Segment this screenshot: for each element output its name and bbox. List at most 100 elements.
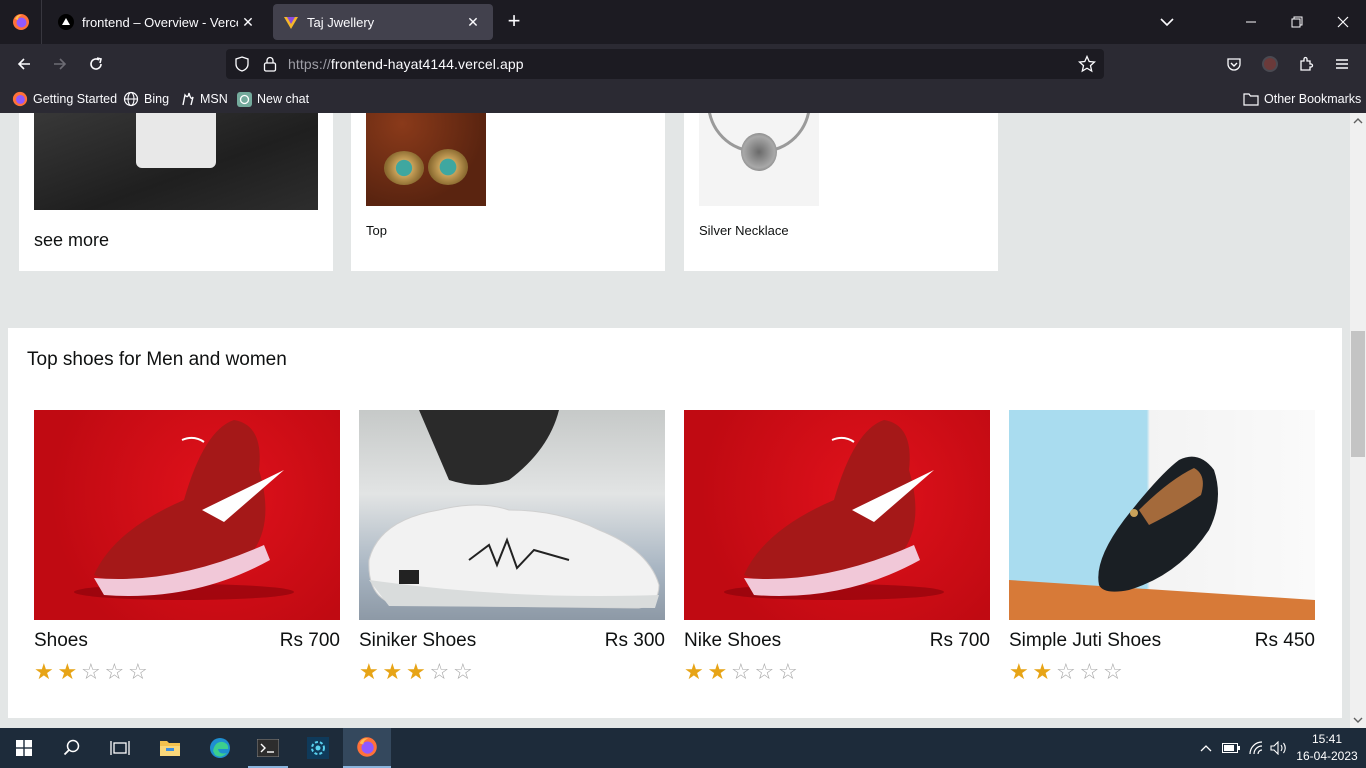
start-button[interactable]	[0, 728, 48, 768]
volume-indicator[interactable]	[1268, 728, 1290, 768]
see-more-link[interactable]: see more	[34, 230, 109, 251]
reload-icon	[90, 57, 102, 70]
product-info-row: Shoes Rs 700	[34, 630, 340, 652]
product-card[interactable]: Siniker Shoes Rs 300 ★ ★ ★ ☆ ☆	[359, 410, 665, 683]
product-card[interactable]: Simple Juti Shoes Rs 450 ★ ★ ☆ ☆ ☆	[1009, 410, 1315, 683]
tab-vercel[interactable]: frontend – Overview - Vercel ✕	[48, 4, 268, 40]
firefox-icon	[357, 737, 377, 757]
new-tab-button[interactable]: +	[502, 10, 526, 34]
forward-button[interactable]	[46, 50, 74, 78]
earrings-photo[interactable]	[366, 113, 486, 206]
black-loafer-image[interactable]	[1009, 410, 1315, 620]
account-button[interactable]	[1256, 50, 1284, 78]
empty-star-icon: ☆	[778, 659, 798, 684]
empty-star-icon: ☆	[1103, 659, 1123, 684]
firefox-icon	[12, 14, 29, 30]
product-card-top[interactable]: Top	[351, 113, 665, 271]
forward-arrow-icon	[54, 58, 67, 70]
filled-star-icon: ★	[359, 659, 379, 684]
shoes-section: Top shoes for Men and women Shoes Rs 700…	[8, 328, 1342, 718]
settings-app-button[interactable]	[294, 728, 342, 768]
tab-title: Taj Jwellery	[307, 14, 375, 30]
search-button[interactable]	[48, 728, 96, 768]
show-hidden-icons-button[interactable]	[1196, 728, 1216, 768]
extensions-button[interactable]	[1292, 50, 1320, 78]
necklace-photo[interactable]	[699, 113, 819, 206]
rating-stars: ★ ★ ☆ ☆ ☆	[34, 661, 340, 683]
close-tab-icon[interactable]: ✕	[463, 12, 483, 32]
terminal-button[interactable]	[244, 728, 292, 768]
bookmark-star-icon[interactable]	[1078, 55, 1096, 73]
product-price: Rs 700	[929, 630, 990, 651]
filled-star-icon: ★	[382, 659, 403, 684]
reload-button[interactable]	[82, 50, 110, 78]
app-menu-button[interactable]	[1328, 50, 1356, 78]
product-name[interactable]: Shoes	[34, 630, 88, 652]
product-name[interactable]: Simple Juti Shoes	[1009, 630, 1161, 652]
bookmark-msn[interactable]: MSN	[181, 89, 228, 109]
firefox-view-button[interactable]	[0, 0, 42, 44]
restore-button[interactable]	[1274, 0, 1320, 44]
chevron-down-icon	[1160, 18, 1174, 27]
product-caption[interactable]: Top	[366, 223, 387, 238]
filled-star-icon: ★	[684, 659, 704, 684]
red-nike-sneaker-image[interactable]	[684, 410, 990, 620]
bookmark-bing[interactable]: Bing	[123, 89, 169, 109]
scrollbar-thumb[interactable]	[1351, 331, 1365, 457]
scroll-up-arrow[interactable]	[1350, 114, 1366, 128]
section-title: Top shoes for Men and women	[27, 349, 287, 370]
edge-button[interactable]	[196, 728, 244, 768]
windows-taskbar: 15:41 16-04-2023	[0, 728, 1366, 768]
list-all-tabs-button[interactable]	[1156, 12, 1178, 32]
task-view-button[interactable]	[96, 728, 144, 768]
product-name[interactable]: Siniker Shoes	[359, 630, 476, 652]
other-bookmarks[interactable]: Other Bookmarks	[1243, 89, 1361, 109]
loafer-graphic	[1009, 456, 1315, 620]
close-window-button[interactable]	[1320, 0, 1366, 44]
tshirt-photo[interactable]	[34, 113, 318, 210]
address-bar[interactable]: https://frontend-hayat4144.vercel.app	[226, 49, 1104, 79]
rating-stars: ★ ★ ★ ☆ ☆	[359, 661, 665, 683]
firefox-icon	[12, 91, 28, 107]
product-info-row: Simple Juti Shoes Rs 450	[1009, 630, 1315, 652]
clock-time: 15:41	[1311, 732, 1343, 746]
empty-star-icon: ☆	[1056, 659, 1076, 684]
product-card-silver-necklace[interactable]: Silver Necklace	[684, 113, 998, 271]
minimize-button[interactable]	[1228, 0, 1274, 44]
product-card[interactable]: Nike Shoes Rs 700 ★ ★ ☆ ☆ ☆	[684, 410, 990, 683]
battery-indicator[interactable]	[1220, 728, 1242, 768]
close-tab-icon[interactable]: ✕	[238, 12, 258, 32]
url-text[interactable]: https://frontend-hayat4144.vercel.app	[288, 56, 524, 72]
product-name[interactable]: Nike Shoes	[684, 630, 781, 652]
empty-star-icon: ☆	[81, 659, 101, 684]
red-nike-sneaker-image[interactable]	[34, 410, 340, 620]
product-caption[interactable]: Silver Necklace	[699, 223, 789, 238]
pocket-button[interactable]	[1220, 50, 1248, 78]
empty-star-icon: ☆	[128, 659, 148, 684]
chatgpt-icon	[237, 91, 252, 107]
puzzle-icon	[1300, 56, 1314, 71]
white-sneaker-image[interactable]	[359, 410, 665, 620]
bookmark-getting-started[interactable]: Getting Started	[12, 89, 117, 109]
filled-star-icon: ★	[34, 659, 54, 684]
empty-star-icon: ☆	[731, 659, 751, 684]
earring-right	[428, 149, 468, 185]
network-indicator[interactable]	[1245, 728, 1267, 768]
pocket-icon	[1227, 58, 1241, 71]
tab-strip: frontend – Overview - Vercel ✕ Taj Jwell…	[0, 0, 1366, 44]
file-explorer-button[interactable]	[146, 728, 194, 768]
scroll-down-arrow[interactable]	[1350, 713, 1366, 727]
lock-icon[interactable]	[262, 55, 278, 73]
tab-taj-jwellery[interactable]: Taj Jwellery ✕	[273, 4, 493, 40]
product-info-row: Nike Shoes Rs 700	[684, 630, 990, 652]
back-button[interactable]	[10, 50, 38, 78]
firefox-taskbar-button[interactable]	[343, 728, 391, 768]
folder-icon	[1243, 93, 1259, 106]
bookmark-new-chat[interactable]: New chat	[237, 89, 309, 109]
msn-icon	[182, 92, 194, 106]
empty-star-icon: ☆	[453, 659, 473, 684]
shield-icon[interactable]	[234, 56, 250, 72]
product-card[interactable]: Shoes Rs 700 ★ ★ ☆ ☆ ☆	[34, 410, 340, 683]
system-clock[interactable]: 15:41 16-04-2023	[1296, 731, 1358, 765]
filled-star-icon: ★	[406, 659, 426, 684]
